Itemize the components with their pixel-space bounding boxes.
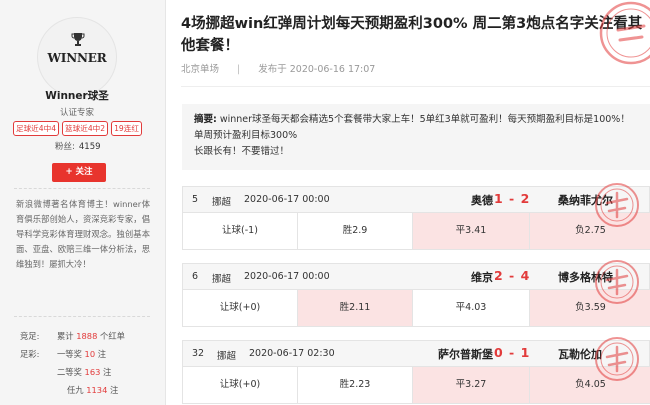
match-league: 挪超 [217, 351, 237, 362]
red-stamp-icon [595, 183, 639, 227]
avatar-logo-text: WINNER [47, 51, 107, 65]
match-number: 5 [192, 194, 199, 205]
user-name[interactable]: Winner球圣 [0, 88, 154, 103]
stats-value: 一等奖 10 注 [57, 349, 107, 359]
red-stamp-icon [595, 337, 639, 381]
odds-row: 让球(-1) 胜2.9 平3.41 负2.75 [183, 213, 650, 249]
stats-value: 累计 1888 个红单 [57, 331, 125, 341]
win-odds-cell: 胜2.11 [298, 290, 413, 326]
stats-value: 二等奖 163 注 [57, 367, 112, 377]
match-header: 5 挪超 2020-06-17 00:00 奥德 1 - 2 桑纳菲尤尔 [183, 187, 649, 213]
match-league: 挪超 [212, 197, 232, 208]
handicap-cell: 让球(+0) [183, 290, 298, 326]
article-summary: 摘要: winner球圣每天都会精选5个套餐带大家上车！5单红3单就可盈利！每天… [182, 104, 650, 170]
meta-separator: | [237, 64, 241, 75]
match-score: 1 - 2 [494, 191, 531, 206]
draw-odds-cell: 平3.41 [413, 213, 530, 249]
follow-button[interactable]: + 关注 [52, 163, 106, 182]
trophy-icon [71, 33, 85, 46]
user-role: 认证专家 [59, 108, 94, 118]
achievement-badges: 足球近4中4 篮球近4中2 19连红 [13, 121, 142, 136]
red-stamp-icon [599, 1, 650, 65]
match-header: 6 挪超 2020-06-17 00:00 维京 2 - 4 博多格林特 [183, 264, 649, 290]
article-main: 4场挪超win红弹周计划每天预期盈利300% 周二第3炮点名字关注看其他套餐！ … [166, 0, 650, 405]
summary-text-2: 长跟长有！不要错过！ [194, 146, 290, 157]
home-team: 萨尔普斯堡 [438, 348, 493, 361]
red-stamp-icon [595, 260, 639, 304]
match-time: 2020-06-17 02:30 [249, 348, 335, 359]
win-odds-cell: 胜2.23 [298, 367, 413, 403]
match-card: 6 挪超 2020-06-17 00:00 维京 2 - 4 博多格林特 让球(… [182, 260, 650, 327]
match-card: 5 挪超 2020-06-17 00:00 奥德 1 - 2 桑纳菲尤尔 让球(… [182, 183, 650, 250]
badge-football: 足球近4中4 [13, 121, 60, 136]
fans-number: 4159 [78, 142, 101, 152]
user-bio: 新浪微博著名体育博主！winner体育俱乐部创始人，资深竞彩专家，倡导科学竞彩体… [16, 199, 150, 269]
stats-label: 竞足: [20, 331, 40, 341]
win-odds-cell: 胜2.9 [298, 213, 413, 249]
home-team: 奥德 [471, 194, 493, 207]
article-source[interactable]: 北京单场 [181, 64, 219, 75]
profile-sidebar: WINNER Winner球圣 认证专家 足球近4中4 篮球近4中2 19连红 … [0, 0, 166, 405]
handicap-cell: 让球(-1) [183, 213, 298, 249]
match-time: 2020-06-17 00:00 [244, 194, 330, 205]
article-title: 4场挪超win红弹周计划每天预期盈利300% 周二第3炮点名字关注看其他套餐！ [181, 16, 643, 54]
odds-row: 让球(+0) 胜2.11 平4.03 负3.59 [183, 290, 650, 326]
match-number: 32 [192, 348, 205, 359]
match-header: 32 挪超 2020-06-17 02:30 萨尔普斯堡 0 - 1 瓦勒伦加 [183, 341, 649, 367]
badge-basketball: 篮球近4中2 [62, 121, 109, 136]
match-card: 32 挪超 2020-06-17 02:30 萨尔普斯堡 0 - 1 瓦勒伦加 … [182, 337, 650, 404]
article-meta: 北京单场 | 发布于 2020-06-16 17:07 [181, 61, 375, 75]
fans-count: 粉丝: 4159 [55, 140, 101, 152]
divider [181, 86, 650, 87]
match-number: 6 [192, 271, 199, 282]
divider [14, 188, 150, 189]
article-published: 发布于 2020-06-16 17:07 [258, 64, 376, 75]
match-score: 0 - 1 [494, 345, 531, 360]
draw-odds-cell: 平3.27 [413, 367, 530, 403]
home-team: 维京 [471, 271, 493, 284]
match-league: 挪超 [212, 274, 232, 285]
draw-odds-cell: 平4.03 [413, 290, 530, 326]
stats-value: 任九 1134 注 [67, 385, 119, 395]
divider [14, 316, 150, 317]
handicap-cell: 让球(+0) [183, 367, 298, 403]
fans-label: 粉丝: [55, 142, 75, 152]
avatar[interactable]: WINNER [37, 17, 117, 97]
odds-row: 让球(+0) 胜2.23 平3.27 负4.05 [183, 367, 650, 403]
match-time: 2020-06-17 00:00 [244, 271, 330, 282]
stats-label: 足彩: [20, 349, 40, 359]
match-score: 2 - 4 [494, 268, 531, 283]
summary-label: 摘要: [194, 114, 217, 125]
summary-text: winner球圣每天都会精选5个套餐带大家上车！5单红3单就可盈利！每天预期盈利… [194, 114, 630, 141]
badge-streak: 19连红 [111, 121, 142, 136]
